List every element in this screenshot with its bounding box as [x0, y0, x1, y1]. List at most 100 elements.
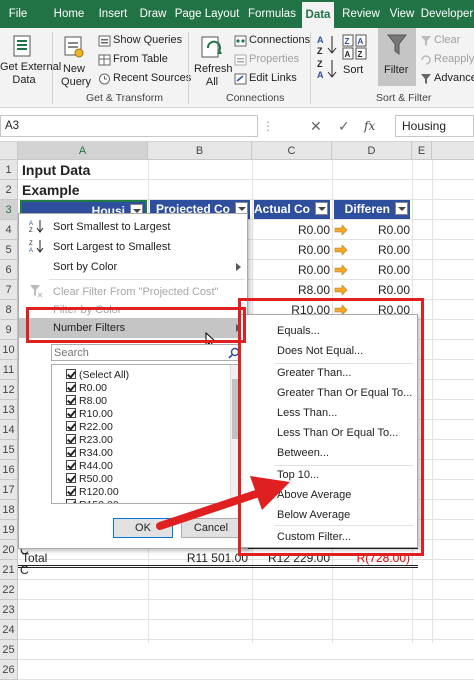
advanced-button[interactable]: Advanced — [434, 72, 474, 84]
row-header-25[interactable]: 25 — [0, 640, 18, 660]
checkbox-checked-icon[interactable] — [66, 460, 76, 470]
header-difference[interactable]: Differen — [334, 200, 410, 219]
confirm-entry-icon[interactable]: ✓ — [338, 118, 350, 134]
tab-data[interactable]: Data — [302, 2, 334, 28]
header-actual-cost[interactable]: Actual Co — [254, 200, 330, 219]
row-header-11[interactable]: 11 — [0, 360, 18, 380]
cell-difference[interactable]: R0.00 — [350, 220, 410, 240]
get-external-data-label-1[interactable]: Get External — [0, 61, 61, 73]
cell-difference[interactable]: R0.00 — [350, 260, 410, 280]
row-header-12[interactable]: 12 — [0, 380, 18, 400]
refresh-all-label-2[interactable]: All — [194, 76, 230, 88]
filter-value-item[interactable]: R23.00 — [66, 434, 113, 447]
checkbox-checked-icon[interactable] — [66, 421, 76, 431]
row-header-13[interactable]: 13 — [0, 400, 18, 420]
cell-total-projected[interactable]: R11 501.00 — [150, 548, 248, 568]
get-external-data-label-2[interactable]: Data — [0, 74, 48, 86]
tab-formulas[interactable]: Formulas — [244, 0, 300, 28]
checkbox-checked-icon[interactable] — [66, 369, 76, 379]
filter-button[interactable]: Filter — [378, 28, 416, 86]
column-header-b[interactable]: B — [148, 142, 252, 160]
cell-actual-cost[interactable]: R0.00 — [252, 220, 330, 240]
checkbox-checked-icon[interactable] — [66, 486, 76, 496]
filter-dropdown-icon[interactable] — [395, 202, 408, 215]
column-header-a[interactable]: A — [18, 142, 148, 160]
sort-largest-to-smallest[interactable]: Sort Largest to Smallest — [19, 237, 247, 257]
tab-developer[interactable]: Developer — [420, 0, 474, 28]
tab-file[interactable]: File — [0, 0, 36, 28]
reapply-button[interactable]: Reapply — [434, 53, 474, 65]
checkbox-checked-icon[interactable] — [66, 499, 76, 503]
clear-button[interactable]: Clear — [434, 34, 460, 46]
cell-difference[interactable]: R0.00 — [350, 240, 410, 260]
connections-button[interactable]: Connections — [249, 34, 310, 46]
row-header-9[interactable]: 9 — [0, 320, 18, 340]
formula-input[interactable]: Housing — [395, 115, 474, 137]
row-header-21[interactable]: 21 — [0, 560, 18, 580]
row-header-24[interactable]: 24 — [0, 620, 18, 640]
filter-value-item[interactable]: R50.00 — [66, 473, 113, 486]
new-query-label-1[interactable]: New — [58, 63, 90, 75]
new-query-label-2[interactable]: Query — [56, 76, 96, 88]
cancel-entry-icon[interactable]: ✕ — [310, 118, 322, 134]
cell-actual-cost[interactable]: R0.00 — [252, 240, 330, 260]
column-header-c[interactable]: C — [252, 142, 332, 160]
tab-draw[interactable]: Draw — [134, 0, 172, 28]
row-header-3[interactable]: 3 — [0, 200, 18, 220]
row-header-5[interactable]: 5 — [0, 240, 18, 260]
row-header-7[interactable]: 7 — [0, 280, 18, 300]
checkbox-checked-icon[interactable] — [66, 408, 76, 418]
row-header-22[interactable]: 22 — [0, 580, 18, 600]
row-header-2[interactable]: 2 — [0, 180, 18, 200]
filter-value-item[interactable]: R44.00 — [66, 460, 113, 473]
checkbox-checked-icon[interactable] — [66, 434, 76, 444]
filter-value-item[interactable]: R0.00 — [66, 382, 107, 395]
tab-home[interactable]: Home — [48, 0, 90, 28]
tab-insert[interactable]: Insert — [92, 0, 134, 28]
row-header-10[interactable]: 10 — [0, 340, 18, 360]
row-header-17[interactable]: 17 — [0, 480, 18, 500]
row-header-16[interactable]: 16 — [0, 460, 18, 480]
edit-links-button[interactable]: Edit Links — [249, 72, 297, 84]
row-header-20[interactable]: 20 — [0, 540, 18, 560]
cell-actual-cost[interactable]: R8.00 — [252, 280, 330, 300]
cell-total-label[interactable]: Total — [22, 548, 47, 568]
clear-filter-from-projected-cost[interactable]: Clear Filter From "Projected Cost" — [19, 282, 247, 302]
sort-smallest-to-largest[interactable]: Sort Smallest to Largest — [19, 217, 247, 237]
recent-sources-button[interactable]: Recent Sources — [113, 72, 191, 84]
from-table-button[interactable]: From Table — [113, 53, 168, 65]
tab-page-layout[interactable]: Page Layout — [172, 0, 242, 28]
checkbox-checked-icon[interactable] — [66, 447, 76, 457]
row-header-4[interactable]: 4 — [0, 220, 18, 240]
filter-value-item[interactable]: R8.00 — [66, 395, 107, 408]
filter-value-item[interactable]: R22.00 — [66, 421, 113, 434]
refresh-all-label-1[interactable]: Refresh — [194, 63, 233, 75]
show-queries-button[interactable]: Show Queries — [113, 34, 182, 46]
tab-review[interactable]: Review — [338, 0, 384, 28]
name-box[interactable]: A3 — [0, 115, 258, 137]
row-header-8[interactable]: 8 — [0, 300, 18, 320]
row-header-23[interactable]: 23 — [0, 600, 18, 620]
checkbox-checked-icon[interactable] — [66, 395, 76, 405]
checkbox-checked-icon[interactable] — [66, 473, 76, 483]
filter-dropdown-icon[interactable] — [315, 202, 328, 215]
filter-value-item[interactable]: R150.00 — [66, 499, 119, 503]
cell-a2[interactable]: Example — [22, 180, 80, 200]
column-header-e[interactable]: E — [412, 142, 432, 160]
cell-difference[interactable]: R0.00 — [350, 280, 410, 300]
filter-value-item[interactable]: (Select All) — [66, 369, 129, 382]
cell-actual-cost[interactable]: R0.00 — [252, 260, 330, 280]
checkbox-checked-icon[interactable] — [66, 382, 76, 392]
filter-search-box[interactable] — [51, 344, 243, 361]
tab-view[interactable]: View — [386, 0, 418, 28]
row-header-6[interactable]: 6 — [0, 260, 18, 280]
sort-button[interactable]: Sort — [343, 64, 363, 76]
insert-function-icon[interactable]: fx — [364, 118, 375, 134]
properties-button[interactable]: Properties — [249, 53, 299, 65]
filter-value-item[interactable]: R34.00 — [66, 447, 113, 460]
filter-value-item[interactable]: R10.00 — [66, 408, 113, 421]
row-header-1[interactable]: 1 — [0, 160, 18, 180]
cell-a1[interactable]: Input Data — [22, 160, 90, 180]
row-header-14[interactable]: 14 — [0, 420, 18, 440]
row-header-19[interactable]: 19 — [0, 520, 18, 540]
